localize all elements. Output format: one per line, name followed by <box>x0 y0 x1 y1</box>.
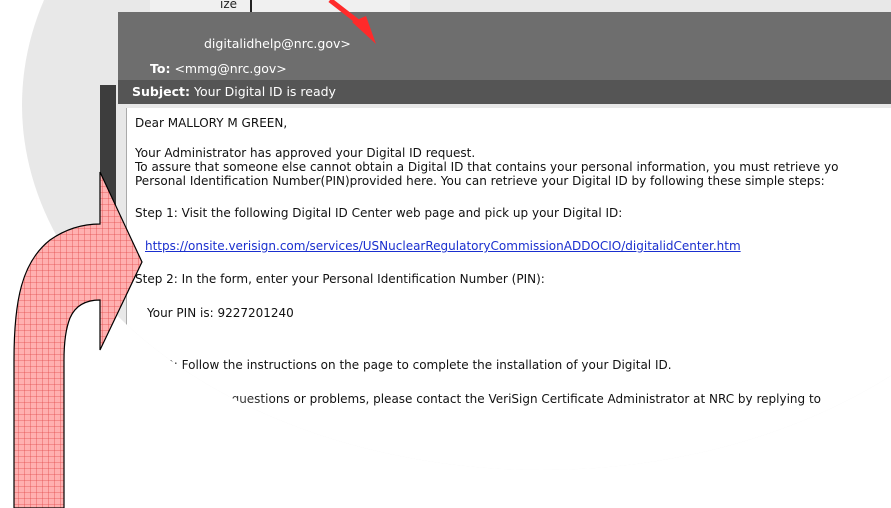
screenshot-stage: ize digitalidhelp@nrc.gov> To: <mmg@nrc.… <box>0 0 891 508</box>
curved-arrow-icon <box>13 171 143 508</box>
red-pointer-arrow-icon <box>328 0 376 44</box>
